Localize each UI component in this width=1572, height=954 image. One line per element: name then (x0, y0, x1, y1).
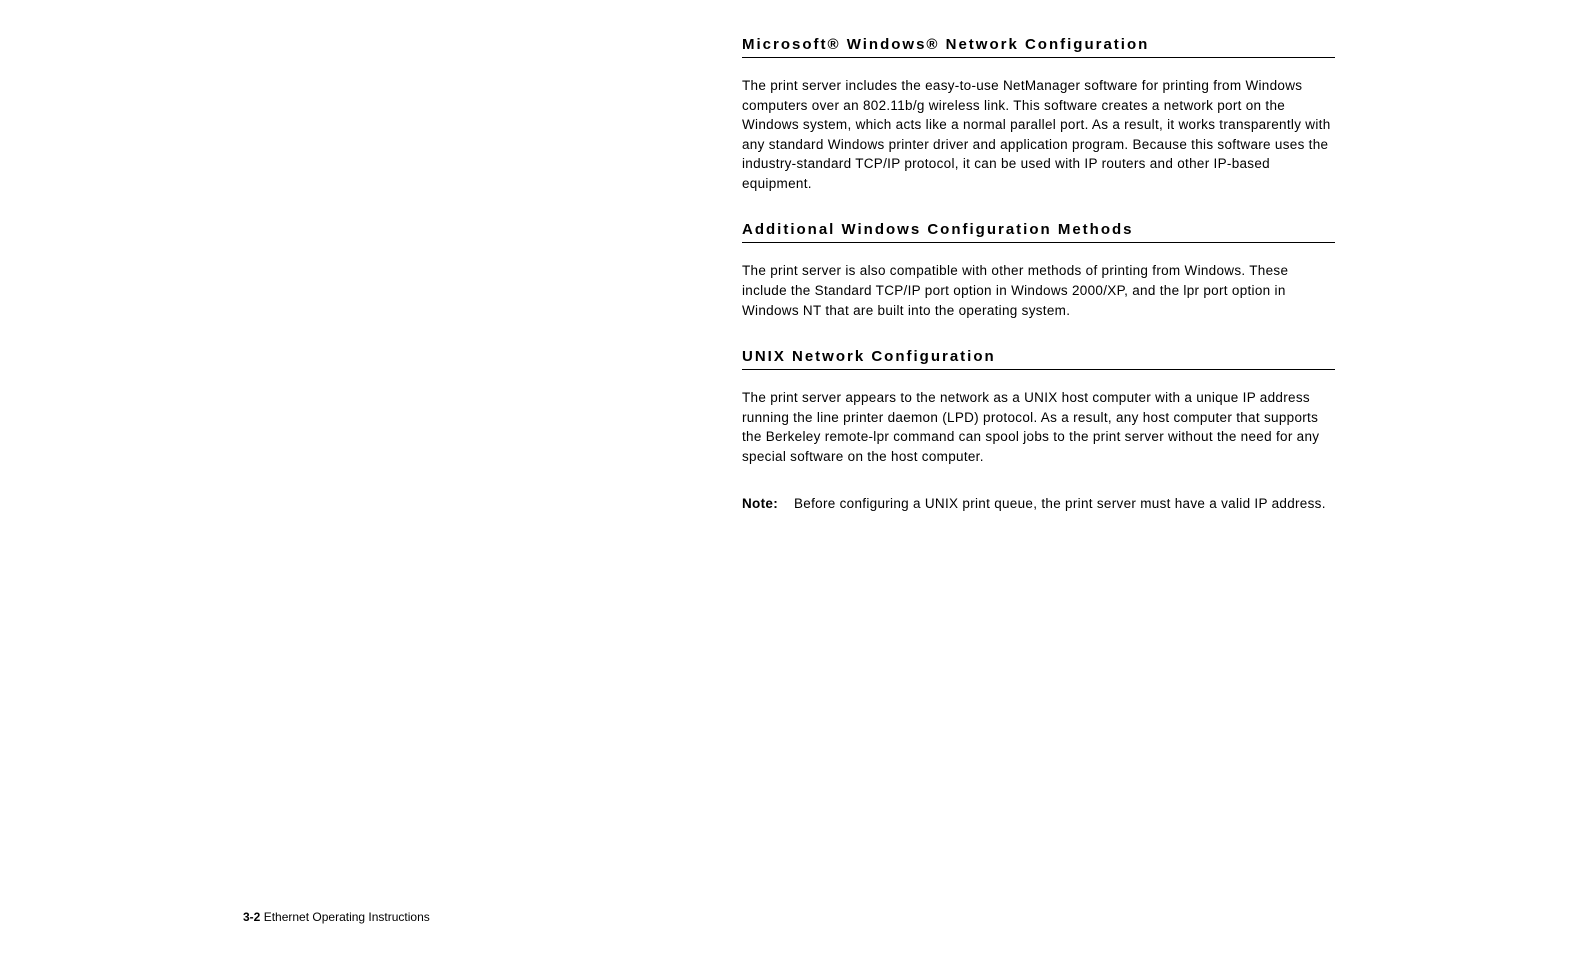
page-footer: 3-2 Ethernet Operating Instructions (243, 910, 430, 924)
body-text-unix: The print server appears to the network … (742, 388, 1335, 466)
section-heading-unix: UNIX Network Configuration (742, 348, 1335, 370)
body-text-microsoft: The print server includes the easy-to-us… (742, 76, 1335, 193)
note-label: Note: (742, 494, 794, 514)
section-heading-additional: Additional Windows Configuration Methods (742, 221, 1335, 243)
note-text: Before configuring a UNIX print queue, t… (794, 494, 1335, 514)
footer-title: Ethernet Operating Instructions (264, 910, 430, 924)
section-heading-microsoft: Microsoft® Windows® Network Configuratio… (742, 36, 1335, 58)
note-block: Note: Before configuring a UNIX print qu… (742, 494, 1335, 514)
body-text-additional: The print server is also compatible with… (742, 261, 1335, 320)
page-number: 3-2 (243, 910, 260, 924)
